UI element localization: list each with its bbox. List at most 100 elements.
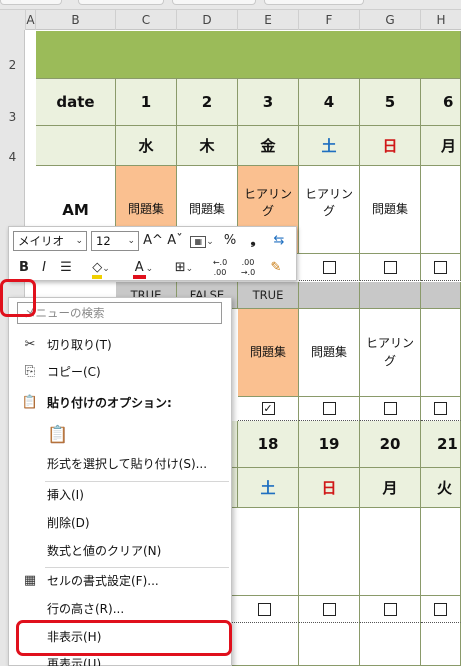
menu-item-clear-contents[interactable]: 数式と値のクリア(N) — [9, 538, 231, 564]
checkbox-cell[interactable] — [421, 254, 461, 281]
select-all-corner[interactable] — [0, 10, 26, 30]
task-cell[interactable] — [231, 508, 299, 596]
day-number-cell[interactable]: 20 — [360, 421, 421, 468]
day-number-cell[interactable]: 5 — [360, 79, 421, 126]
checkbox[interactable] — [322, 402, 336, 415]
boolean-cell[interactable]: TRUE — [238, 282, 299, 309]
task-cell[interactable] — [231, 623, 299, 666]
checkbox-cell[interactable] — [360, 397, 421, 421]
task-cell[interactable] — [421, 508, 461, 596]
paste-option-button[interactable]: 📋 — [9, 420, 231, 450]
day-number-cell[interactable]: 6 — [421, 79, 461, 126]
column-header-d[interactable]: D — [177, 10, 238, 30]
task-cell[interactable]: ヒアリング — [299, 166, 360, 254]
task-cell[interactable] — [299, 508, 360, 596]
boolean-cell[interactable] — [421, 282, 461, 309]
date-label-cell[interactable]: date — [36, 79, 116, 126]
boolean-cell[interactable] — [360, 282, 421, 309]
checkbox-cell[interactable] — [360, 596, 421, 623]
menu-item-delete[interactable]: 削除(D) — [9, 510, 231, 536]
checkbox[interactable] — [258, 602, 271, 616]
menu-item-hide[interactable]: 非表示(H) — [9, 624, 231, 650]
task-cell[interactable]: ヒアリング — [360, 309, 421, 397]
weekday-cell[interactable]: 火 — [421, 468, 461, 508]
checkbox-checked[interactable]: ✓ — [261, 402, 275, 415]
day-number-cell[interactable]: 2 — [177, 79, 238, 126]
menu-item-unhide[interactable]: 再表示(U) — [9, 651, 231, 666]
column-header-h[interactable]: H — [421, 10, 461, 30]
column-header-b[interactable]: B — [36, 10, 116, 30]
menu-item-row-height[interactable]: 行の高さ(R)... — [9, 596, 231, 622]
column-header-c[interactable]: C — [116, 10, 177, 30]
font-color-button[interactable]: A ⌄ — [125, 257, 161, 279]
menu-search-input[interactable]: メニューの検索 — [17, 302, 222, 324]
font-size-dropdown[interactable]: 12 ⌄ — [91, 231, 139, 251]
number-format-button[interactable]: ▦ ⌄ — [189, 230, 215, 251]
task-cell[interactable] — [299, 623, 360, 666]
day-number-cell[interactable]: 21 — [421, 421, 461, 468]
checkbox[interactable] — [383, 402, 397, 415]
weekday-cell[interactable]: 月 — [421, 126, 461, 166]
day-number-cell[interactable]: 1 — [116, 79, 177, 126]
day-number-cell[interactable]: 4 — [299, 79, 360, 126]
checkbox-cell[interactable] — [299, 596, 360, 623]
menu-item-paste-special[interactable]: 形式を選択して貼り付け(S)... — [9, 451, 231, 477]
column-header-a[interactable]: A — [26, 10, 36, 30]
checkbox-cell[interactable] — [360, 254, 421, 281]
weekday-cell-saturday[interactable]: 土 — [299, 126, 360, 166]
task-cell[interactable]: 問題集 — [360, 166, 421, 254]
day-number-cell[interactable]: 18 — [238, 421, 299, 468]
borders-button[interactable]: ⊞⌄ — [167, 257, 201, 278]
grow-font-button[interactable]: A^ — [143, 230, 163, 251]
checkbox-cell[interactable] — [421, 397, 461, 421]
menu-item-cut[interactable]: ✂ 切り取り(T) — [9, 332, 231, 358]
task-cell[interactable] — [360, 508, 421, 596]
align-center-button[interactable]: ☰ — [55, 257, 77, 278]
weekday-cell[interactable]: 水 — [116, 126, 177, 166]
row-header[interactable]: 3 — [0, 110, 25, 124]
task-cell[interactable] — [421, 623, 461, 666]
checkbox[interactable] — [434, 602, 447, 616]
weekday-cell-saturday[interactable]: 土 — [238, 468, 299, 508]
day-number-cell[interactable]: 3 — [238, 79, 299, 126]
comma-style-button[interactable]: ❟ — [243, 230, 263, 251]
checkbox-cell[interactable] — [421, 596, 461, 623]
checkbox[interactable] — [434, 402, 447, 415]
fill-color-button[interactable]: ◇⌄ — [81, 257, 121, 279]
checkbox[interactable] — [434, 260, 447, 274]
checkbox[interactable] — [383, 260, 397, 274]
weekday-cell-sunday[interactable]: 日 — [360, 126, 421, 166]
checkbox[interactable] — [322, 260, 336, 274]
blank-cell[interactable] — [231, 421, 238, 468]
checkbox-cell[interactable] — [231, 596, 299, 623]
wrap-text-button[interactable]: ⇆ — [267, 230, 291, 251]
blank-cell[interactable] — [231, 468, 238, 508]
weekday-label-cell[interactable] — [36, 126, 116, 166]
italic-button[interactable]: I — [35, 257, 53, 278]
format-painter-button[interactable]: ✎ — [265, 257, 287, 278]
menu-item-format-cells[interactable]: ▦ セルの書式設定(F)... — [9, 568, 231, 594]
day-number-cell[interactable]: 19 — [299, 421, 360, 468]
menu-item-copy[interactable]: ⎘ コピー(C) — [9, 359, 231, 385]
task-cell[interactable] — [360, 623, 421, 666]
task-cell[interactable]: 問題集 — [238, 309, 299, 397]
decrease-decimal-button[interactable]: .00 →.0 — [235, 257, 261, 278]
column-header-e[interactable]: E — [238, 10, 299, 30]
increase-decimal-button[interactable]: ←.0 .00 — [207, 257, 233, 278]
boolean-cell[interactable] — [299, 282, 360, 309]
checkbox[interactable] — [322, 602, 336, 616]
checkbox-cell[interactable] — [299, 254, 360, 281]
weekday-cell[interactable]: 金 — [238, 126, 299, 166]
shrink-font-button[interactable]: Aˇ — [165, 230, 185, 251]
menu-item-insert[interactable]: 挿入(I) — [9, 482, 231, 508]
column-header-f[interactable]: F — [299, 10, 360, 30]
checkbox[interactable] — [383, 602, 397, 616]
task-cell[interactable] — [421, 166, 461, 254]
weekday-cell[interactable]: 月 — [360, 468, 421, 508]
checkbox-cell[interactable]: ✓ — [238, 397, 299, 421]
column-header-g[interactable]: G — [360, 10, 421, 30]
weekday-cell[interactable]: 木 — [177, 126, 238, 166]
weekday-cell-sunday[interactable]: 日 — [299, 468, 360, 508]
font-name-dropdown[interactable]: メイリオ ⌄ — [13, 231, 87, 251]
task-cell[interactable]: 問題集 — [299, 309, 360, 397]
